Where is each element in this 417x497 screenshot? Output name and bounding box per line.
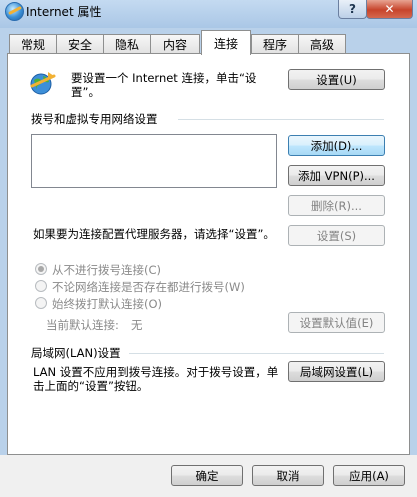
tab-privacy[interactable]: 隐私 [103, 34, 151, 53]
dialup-heading: 拨号和虚拟专用网络设置 [31, 112, 158, 126]
tab-content[interactable]: 内容 [150, 34, 200, 53]
radio-dial-whenever-label: 不论网络连接是否存在都进行拨号(W) [52, 280, 245, 294]
radio-never-dial[interactable] [35, 263, 47, 275]
remove-button[interactable]: 删除(R)... [288, 195, 385, 216]
dialup-divider [178, 119, 384, 120]
tab-advanced[interactable]: 高级 [298, 34, 346, 53]
set-default-button[interactable]: 设置默认值(E) [288, 312, 385, 333]
default-connection-value: 无 [131, 318, 143, 332]
tab-general[interactable]: 常规 [9, 34, 57, 53]
tab-security[interactable]: 安全 [56, 34, 104, 53]
proxy-description: 如果要为连接配置代理服务器，请选择“设置”。 [33, 227, 275, 241]
default-connection-label: 当前默认连接: [46, 318, 119, 332]
window-title: Internet 属性 [26, 5, 102, 19]
connection-list[interactable] [31, 134, 277, 188]
tab-connections[interactable]: 连接 [201, 30, 251, 55]
tab-programs[interactable]: 程序 [251, 34, 299, 53]
proxy-settings-button[interactable]: 设置(S) [288, 225, 385, 246]
setup-button[interactable]: 设置(U) [288, 69, 385, 90]
lan-heading: 局域网(LAN)设置 [31, 346, 121, 360]
network-globe-icon [30, 72, 56, 95]
close-button[interactable]: ✕ [366, 0, 413, 19]
tab-strip: 常规 安全 隐私 内容 连接 程序 高级 [0, 30, 417, 55]
add-button[interactable]: 添加(D)... [288, 135, 385, 156]
lan-description: LAN 设置不应用到拨号连接。对于拨号设置，单击上面的“设置”按钮。 [33, 365, 279, 393]
internet-explorer-icon [5, 2, 24, 21]
lan-settings-button[interactable]: 局域网设置(L) [288, 361, 385, 382]
radio-never-dial-label: 从不进行拨号连接(C) [52, 263, 162, 277]
cancel-button[interactable]: 取消 [252, 465, 324, 486]
apply-button[interactable]: 应用(A) [333, 465, 405, 486]
ok-button[interactable]: 确定 [171, 465, 243, 486]
lan-divider [129, 353, 384, 354]
radio-always-dial-label: 始终拨打默认连接(O) [52, 297, 163, 311]
radio-always-dial[interactable] [35, 297, 47, 309]
title-bar: Internet 属性 ? ✕ [0, 0, 417, 28]
help-button[interactable]: ? [338, 0, 367, 19]
radio-dial-whenever[interactable] [35, 280, 47, 292]
add-vpn-button[interactable]: 添加 VPN(P)... [288, 165, 385, 186]
setup-description: 要设置一个 Internet 连接，单击“设置”。 [71, 71, 257, 99]
